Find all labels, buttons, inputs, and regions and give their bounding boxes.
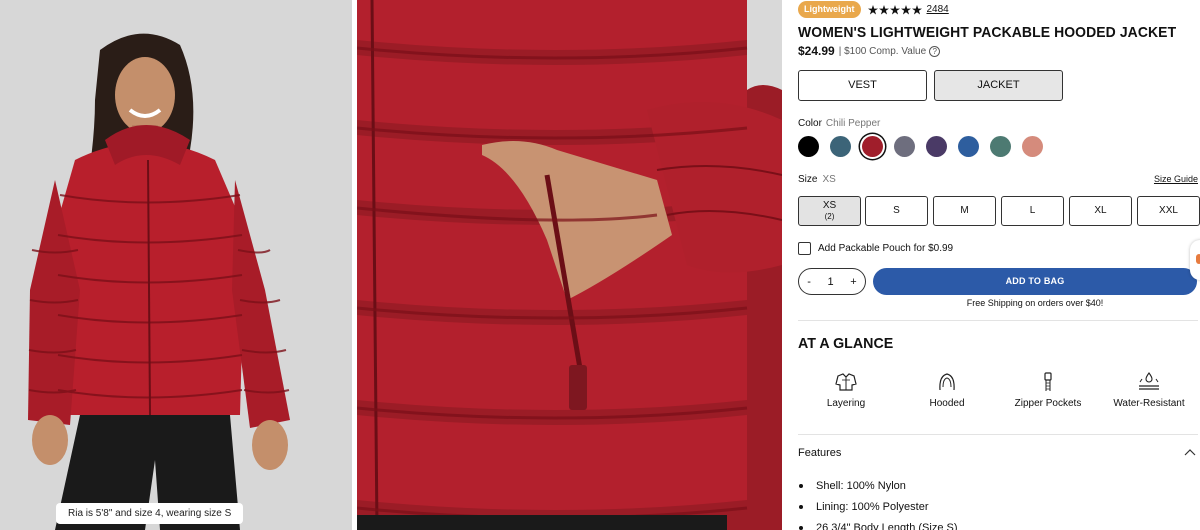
add-to-bag-button[interactable]: ADD TO BAG [873, 268, 1197, 295]
size-option-sub: (2) [824, 212, 835, 221]
increase-quantity-button[interactable]: + [850, 276, 856, 288]
free-shipping-note: Free Shipping on orders over $40! [966, 298, 1104, 308]
size-guide-link[interactable]: Size Guide [1154, 174, 1198, 184]
widget-icon [1196, 254, 1200, 264]
divider [798, 320, 1198, 321]
review-count-link[interactable]: 2484 [927, 4, 949, 15]
glance-label: Hooded [929, 398, 965, 409]
feature-item: Shell: 100% Nylon [798, 475, 958, 496]
color-swatch-selected[interactable] [862, 136, 883, 157]
size-label: Size XS [798, 174, 836, 185]
color-swatch[interactable] [830, 136, 851, 157]
layering-icon [835, 373, 857, 391]
color-swatch[interactable] [798, 136, 819, 157]
selected-color-name: Chili Pepper [825, 118, 881, 129]
hood-icon [939, 373, 955, 391]
comp-value: | $100 Comp. Value [838, 45, 927, 57]
star-icon [889, 4, 900, 14]
rating-row: Lightweight 2484 [798, 1, 949, 18]
color-label: Color Chili Pepper [798, 118, 880, 129]
glance-hooded: Hooded [899, 372, 995, 409]
zipper-icon [1044, 372, 1052, 391]
features-list: Shell: 100% Nylon Lining: 100% Polyester… [798, 475, 958, 530]
feature-item: 26 3/4" Body Length (Size S) [798, 517, 958, 530]
size-option-xxl[interactable]: XXL [1137, 196, 1200, 226]
color-heading: Color [798, 118, 822, 129]
pouch-label: Add Packable Pouch for $0.99 [818, 243, 954, 254]
rating-stars[interactable] [867, 4, 922, 15]
selected-size: XS [822, 174, 836, 185]
model-size-caption: Ria is 5'8" and size 4, wearing size S [56, 503, 244, 524]
features-toggle[interactable]: Features [798, 447, 841, 459]
style-option-jacket[interactable]: JACKET [934, 70, 1063, 101]
color-swatch[interactable] [1022, 136, 1043, 157]
size-option-xs[interactable]: XS (2) [798, 196, 861, 226]
divider [798, 434, 1198, 435]
size-option-m[interactable]: M [933, 196, 996, 226]
size-option-l[interactable]: L [1001, 196, 1064, 226]
water-resistant-icon [1139, 372, 1159, 390]
sale-price: $24.99 [798, 44, 835, 58]
pouch-checkbox[interactable] [798, 242, 811, 255]
glance-label: Water-Resistant [1113, 398, 1185, 409]
price-row: $24.99 | $100 Comp. Value ? [798, 44, 941, 58]
star-icon [878, 4, 889, 14]
at-a-glance-heading: AT A GLANCE [798, 335, 894, 352]
color-swatches [798, 136, 1043, 157]
color-swatch[interactable] [990, 136, 1011, 157]
star-icon [867, 4, 878, 14]
size-option-label: XS [822, 200, 837, 211]
decrease-quantity-button[interactable]: - [807, 276, 811, 288]
star-icon [911, 4, 922, 14]
packable-pouch-option[interactable]: Add Packable Pouch for $0.99 [798, 242, 953, 255]
pocket-detail-illustration [357, 0, 782, 530]
quantity-value: 1 [827, 275, 834, 288]
glance-layering: Layering [798, 372, 894, 409]
star-icon [900, 4, 911, 14]
size-option-s[interactable]: S [865, 196, 928, 226]
chevron-up-icon[interactable] [1184, 448, 1196, 456]
side-widget-tab[interactable] [1190, 240, 1200, 280]
product-title: WOMEN'S LIGHTWEIGHT PACKABLE HOODED JACK… [798, 24, 1177, 41]
glance-zipper-pockets: Zipper Pockets [1000, 372, 1096, 409]
lightweight-badge: Lightweight [798, 1, 861, 18]
help-circle-icon[interactable]: ? [929, 45, 941, 57]
glance-label: Zipper Pockets [1014, 398, 1082, 409]
color-swatch[interactable] [958, 136, 979, 157]
glance-label: Layering [826, 398, 866, 409]
product-photo-detail[interactable] [357, 0, 782, 530]
size-option-xl[interactable]: XL [1069, 196, 1132, 226]
style-option-vest[interactable]: VEST [798, 70, 927, 101]
quantity-stepper: - 1 + [798, 268, 866, 295]
color-swatch[interactable] [894, 136, 915, 157]
model-illustration [0, 0, 352, 530]
glance-water-resistant: Water-Resistant [1101, 372, 1197, 409]
feature-item: Lining: 100% Polyester [798, 496, 958, 517]
size-heading: Size [798, 174, 818, 185]
color-swatch[interactable] [926, 136, 947, 157]
product-info-panel: Lightweight 2484 WOMEN'S LIGHTWEIGHT PAC… [798, 0, 1200, 530]
product-photo-model[interactable]: Ria is 5'8" and size 4, wearing size S [0, 0, 352, 530]
